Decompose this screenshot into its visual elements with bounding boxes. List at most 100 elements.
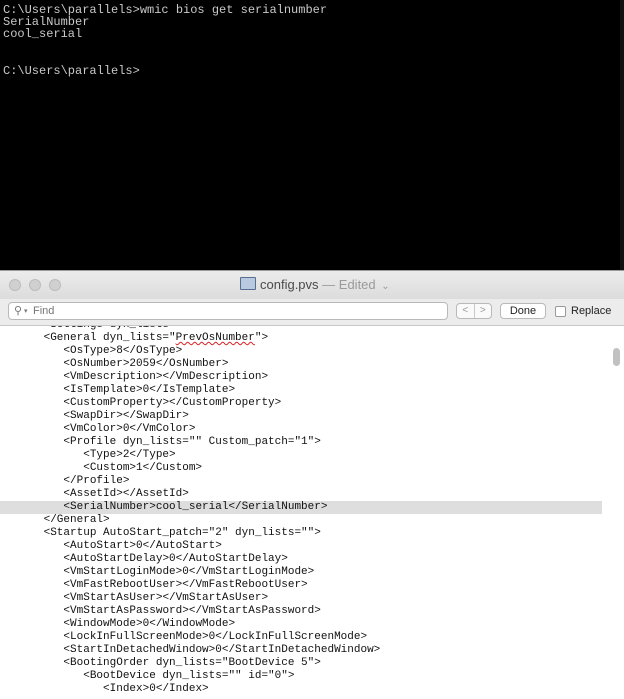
minimize-window-button[interactable] <box>29 279 41 291</box>
code-line: <General dyn_lists="PrevOsNumber"> <box>0 332 602 345</box>
console-line: cool_serial <box>3 27 83 42</box>
title-bar[interactable]: config.pvs — Edited ⌄ <box>0 271 624 299</box>
console-line: C:\Users\parallels> <box>3 63 140 78</box>
find-search-box[interactable]: ⚲ ▾ <box>8 302 448 320</box>
replace-label: Replace <box>571 305 612 317</box>
zoom-window-button[interactable] <box>49 279 61 291</box>
command-prompt-console[interactable]: C:\Users\parallels>wmic bios get serialn… <box>0 0 624 270</box>
code-line: <VmDescription></VmDescription> <box>0 371 602 384</box>
code-text: </General> <box>43 514 110 526</box>
editor-text-area[interactable]: <Settings dyn_lists=""> <General dyn_lis… <box>0 326 624 699</box>
code-line: <VmStartLoginMode>0</VmStartLoginMode> <box>0 566 602 579</box>
code-text: <CustomProperty></CustomProperty> <box>63 397 282 409</box>
console-scrollbar[interactable] <box>620 0 624 270</box>
code-text: <AssetId></AssetId> <box>63 488 189 500</box>
code-text: <General dyn_lists=" <box>43 332 176 344</box>
code-line: <VmColor>0</VmColor> <box>0 423 602 436</box>
code-text: <Custom>1</Custom> <box>83 462 203 474</box>
find-next-button[interactable]: > <box>473 304 492 318</box>
code-content[interactable]: <Settings dyn_lists=""> <General dyn_lis… <box>0 326 602 696</box>
code-text: <IsTemplate>0</IsTemplate> <box>63 384 236 396</box>
window-title[interactable]: config.pvs — Edited ⌄ <box>240 277 390 293</box>
close-window-button[interactable] <box>9 279 21 291</box>
find-input[interactable] <box>33 304 433 318</box>
code-line: <Custom>1</Custom> <box>0 462 602 475</box>
code-text: "> <box>254 332 269 344</box>
code-text: <StartInDetachedWindow>0</StartInDetache… <box>63 644 381 656</box>
code-line: <CustomProperty></CustomProperty> <box>0 397 602 410</box>
code-text: <VmStartAsUser></VmStartAsUser> <box>63 592 269 604</box>
code-text: <LockInFullScreenMode>0</LockInFullScree… <box>63 631 368 643</box>
code-line: <AutoStartDelay>0</AutoStartDelay> <box>0 553 602 566</box>
console-line: SerialNumber <box>3 15 90 30</box>
find-previous-button[interactable]: < <box>457 304 474 318</box>
find-bar: ⚲ ▾ < > Done Replace <box>0 299 624 326</box>
code-line: <AutoStart>0</AutoStart> <box>0 540 602 553</box>
code-line: <Index>0</Index> <box>0 683 602 696</box>
code-line: <Type>2</Type> <box>0 449 602 462</box>
code-line: <IsTemplate>0</IsTemplate> <box>0 384 602 397</box>
code-text: <VmColor>0</VmColor> <box>63 423 196 435</box>
code-text: <AutoStartDelay>0</AutoStartDelay> <box>63 553 288 565</box>
code-line: </Profile> <box>0 475 602 488</box>
chevron-down-icon[interactable]: ⌄ <box>381 281 389 292</box>
code-line: <BootingOrder dyn_lists="BootDevice 5"> <box>0 657 602 670</box>
code-text: <BootingOrder dyn_lists="BootDevice 5"> <box>63 657 321 669</box>
console-line: C:\Users\parallels>wmic bios get serialn… <box>3 3 328 17</box>
code-text: <SerialNumber>cool_serial</SerialNumber> <box>63 501 328 513</box>
replace-checkbox[interactable] <box>555 306 566 317</box>
code-text: <Index>0</Index> <box>103 683 209 695</box>
code-text: </Profile> <box>63 475 130 487</box>
code-line: <Startup AutoStart_patch="2" dyn_lists="… <box>0 527 602 540</box>
text-editor-window: config.pvs — Edited ⌄ ⚲ ▾ < > Done Repla… <box>0 270 624 699</box>
code-text: <VmFastRebootUser></VmFastRebootUser> <box>63 579 308 591</box>
code-line: <LockInFullScreenMode>0</LockInFullScree… <box>0 631 602 644</box>
search-options-caret-icon[interactable]: ▾ <box>24 307 28 315</box>
code-text: <SwapDir></SwapDir> <box>63 410 189 422</box>
code-line: <SwapDir></SwapDir> <box>0 410 602 423</box>
code-text: <WindowMode>0</WindowMode> <box>63 618 236 630</box>
code-line: <VmFastRebootUser></VmFastRebootUser> <box>0 579 602 592</box>
search-icon[interactable]: ⚲ <box>14 304 22 317</box>
code-text: <VmStartAsPassword></VmStartAsPassword> <box>63 605 321 617</box>
window-title-filename: config.pvs <box>260 277 319 292</box>
code-text: <OsNumber>2059</OsNumber> <box>63 358 229 370</box>
code-line: <Profile dyn_lists="" Custom_patch="1"> <box>0 436 602 449</box>
code-line: </General> <box>0 514 602 527</box>
code-line: <OsNumber>2059</OsNumber> <box>0 358 602 371</box>
code-line: <WindowMode>0</WindowMode> <box>0 618 602 631</box>
code-text: <Type>2</Type> <box>83 449 176 461</box>
misspelled-word: PrevOsNumber <box>175 332 255 344</box>
done-button[interactable]: Done <box>500 303 546 319</box>
editor-scrollbar-thumb[interactable] <box>613 348 620 366</box>
find-navigation: < > <box>456 303 492 319</box>
console-output: C:\Users\parallels>wmic bios get serialn… <box>3 4 624 77</box>
code-line: <StartInDetachedWindow>0</StartInDetache… <box>0 644 602 657</box>
code-text: <Profile dyn_lists="" Custom_patch="1"> <box>63 436 321 448</box>
code-line: <BootDevice dyn_lists="" id="0"> <box>0 670 602 683</box>
code-text: <BootDevice dyn_lists="" id="0"> <box>83 670 295 682</box>
